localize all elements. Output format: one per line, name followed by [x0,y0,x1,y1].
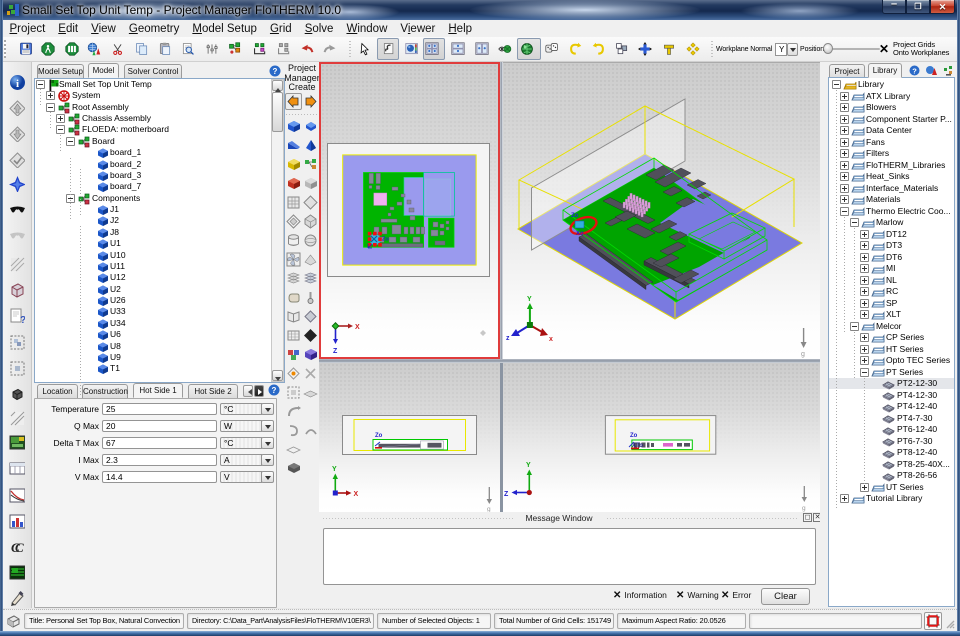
svg-text:?: ? [272,386,277,395]
svg-text:Z: Z [333,348,338,355]
svg-text:Y: Y [332,466,337,473]
svg-text:Zo: Zo [571,213,579,219]
svg-text:?: ? [912,67,917,76]
svg-text:Y: Y [526,462,531,469]
svg-text:?: ? [273,67,278,76]
svg-text:XTo: XTo [632,443,643,449]
svg-text:?: ? [20,315,25,324]
svg-text:Zo: Zo [382,237,389,243]
svg-text:X: X [355,324,360,331]
svg-text:z: z [506,335,510,342]
svg-text:g: g [802,505,806,512]
svg-text:C: C [15,540,24,555]
svg-text:Z: Z [504,491,509,498]
svg-text:X: X [354,491,359,498]
svg-text:Zo: Zo [630,433,638,439]
svg-text:x: x [549,336,553,343]
svg-text:Zo: Zo [375,433,383,439]
svg-text:i: i [16,78,19,90]
svg-text:Y: Y [527,296,532,303]
svg-text:Xo: Xo [576,231,584,237]
svg-text:g: g [801,351,805,358]
